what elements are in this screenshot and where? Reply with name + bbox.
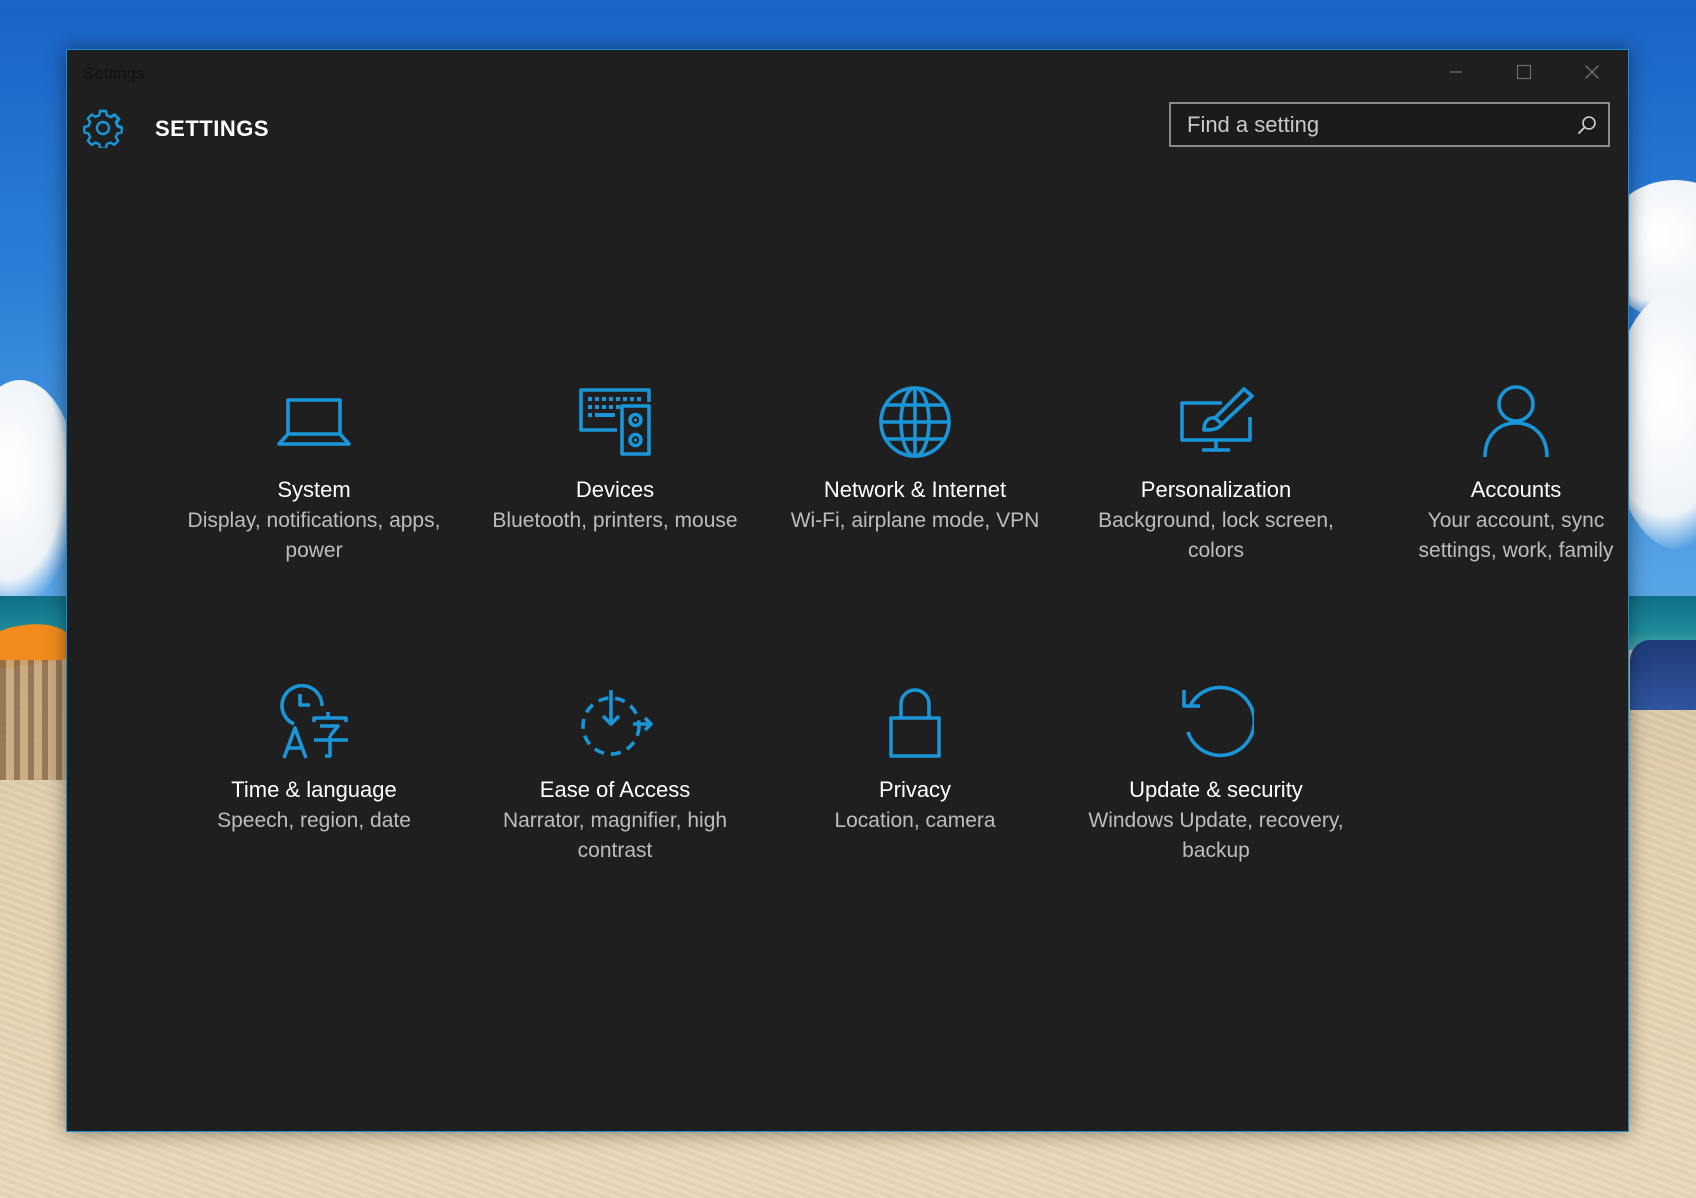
category-description: Location, camera: [834, 809, 996, 832]
keyboard-speaker-icon: [579, 388, 651, 456]
category-name: Network & Internet: [823, 477, 1007, 502]
category-name: Accounts: [1470, 477, 1562, 502]
category-name: Time & language: [231, 777, 397, 802]
category-description: Windows Update, recovery, backup: [1088, 809, 1344, 862]
category-system[interactable]: System Display, notifications, apps, pow…: [164, 384, 464, 644]
laptop-icon: [277, 398, 351, 446]
category-description: Narrator, magnifier, high contrast: [502, 809, 728, 862]
category-description: Display, notifications, apps, power: [187, 509, 441, 562]
lock-icon: [889, 688, 941, 758]
category-privacy[interactable]: Privacy Location, camera: [765, 684, 1065, 944]
category-update-security[interactable]: Update & security Windows Update, recove…: [1066, 684, 1366, 944]
refresh-icon: [1182, 685, 1254, 758]
category-accounts[interactable]: Accounts Your account, sync settings, wo…: [1366, 384, 1666, 644]
settings-window: Settings SETTINGS Find a setting System …: [66, 49, 1629, 1132]
category-description: Wi-Fi, airplane mode, VPN: [790, 509, 1040, 532]
monitor-brush-icon: [1180, 387, 1254, 452]
wallpaper-beach-chairs: [0, 660, 66, 780]
category-name: Ease of Access: [539, 777, 691, 802]
globe-icon: [879, 386, 951, 458]
category-grid: System Display, notifications, apps, pow…: [67, 50, 1628, 1131]
category-description: Bluetooth, printers, mouse: [492, 509, 738, 532]
person-icon: [1483, 385, 1549, 458]
category-ease-of-access[interactable]: Ease of Access Narrator, magnifier, high…: [465, 684, 765, 944]
category-devices[interactable]: Devices Bluetooth, printers, mouse: [465, 384, 765, 644]
category-network-internet[interactable]: Network & Internet Wi-Fi, airplane mode,…: [765, 384, 1065, 644]
category-name: Devices: [575, 477, 655, 502]
category-time-language[interactable]: Time & language Speech, region, date: [164, 684, 464, 944]
clock-language-icon: [280, 684, 348, 759]
category-name: Privacy: [878, 777, 952, 802]
category-description: Background, lock screen, colors: [1098, 509, 1334, 562]
category-name: Personalization: [1140, 477, 1292, 502]
category-description: Your account, sync settings, work, famil…: [1418, 509, 1614, 562]
category-personalization[interactable]: Personalization Background, lock screen,…: [1066, 384, 1366, 644]
category-name: Update & security: [1129, 777, 1303, 802]
category-description: Speech, region, date: [217, 809, 411, 832]
category-name: System: [277, 477, 351, 502]
ease-of-access-icon: [581, 690, 653, 756]
wallpaper-tent: [1630, 640, 1696, 710]
